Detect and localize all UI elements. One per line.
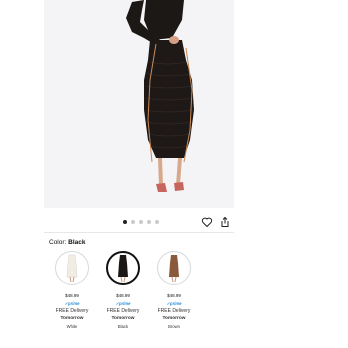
- prime-badge: ✓prime: [64, 301, 80, 306]
- carousel-dot[interactable]: [139, 220, 143, 224]
- section-divider: [44, 232, 234, 233]
- delivery-date: Tomorrow: [162, 316, 186, 321]
- swatch-black[interactable]: $48.99 ✓prime FREE Delivery Tomorrow Bla…: [101, 251, 145, 329]
- swatch-price: $48.99: [65, 293, 79, 298]
- color-prefix: Color:: [49, 239, 67, 246]
- swatch-color-name: White: [66, 324, 78, 329]
- delivery-text: FREE Delivery: [55, 308, 89, 314]
- swatch-white[interactable]: $48.99 ✓prime FREE Delivery Tomorrow Whi…: [50, 251, 94, 329]
- carousel-dot[interactable]: [123, 220, 127, 224]
- black-dress-thumbnail: [118, 255, 128, 283]
- swatch-thumbnail[interactable]: [106, 251, 140, 285]
- carousel-dots[interactable]: [123, 220, 159, 224]
- swatch-color-name: Brown: [168, 324, 180, 329]
- swatch-color-name: Black: [117, 324, 129, 329]
- carousel-dot[interactable]: [131, 220, 135, 224]
- dress-photo: [44, 0, 234, 208]
- swatch-price: $48.99: [167, 293, 181, 298]
- color-swatch-list: $48.99 ✓prime FREE Delivery Tomorrow Whi…: [50, 251, 222, 341]
- delivery-date: Tomorrow: [60, 316, 84, 321]
- carousel-dot[interactable]: [147, 220, 151, 224]
- share-icon[interactable]: [219, 216, 231, 228]
- delivery-text: FREE Delivery: [106, 308, 140, 314]
- carousel-dot[interactable]: [155, 220, 159, 224]
- prime-badge: ✓prime: [115, 301, 131, 306]
- heart-icon[interactable]: [201, 216, 213, 228]
- swatch-brown[interactable]: $48.99 ✓prime FREE Delivery Tomorrow Bro…: [152, 251, 196, 329]
- delivery-date: Tomorrow: [111, 316, 135, 321]
- swatch-thumbnail[interactable]: [55, 251, 89, 285]
- swatch-thumbnail[interactable]: [157, 251, 191, 285]
- prime-badge: ✓prime: [166, 301, 182, 306]
- delivery-text: FREE Delivery: [157, 308, 191, 314]
- selected-color-name: Black: [68, 239, 86, 246]
- swatch-price: $48.99: [116, 293, 130, 298]
- white-dress-thumbnail: [66, 254, 78, 283]
- color-label: Color: Black: [49, 239, 86, 246]
- product-image[interactable]: [44, 0, 234, 208]
- brown-dress-thumbnail: [169, 255, 179, 283]
- image-pager: [0, 216, 348, 228]
